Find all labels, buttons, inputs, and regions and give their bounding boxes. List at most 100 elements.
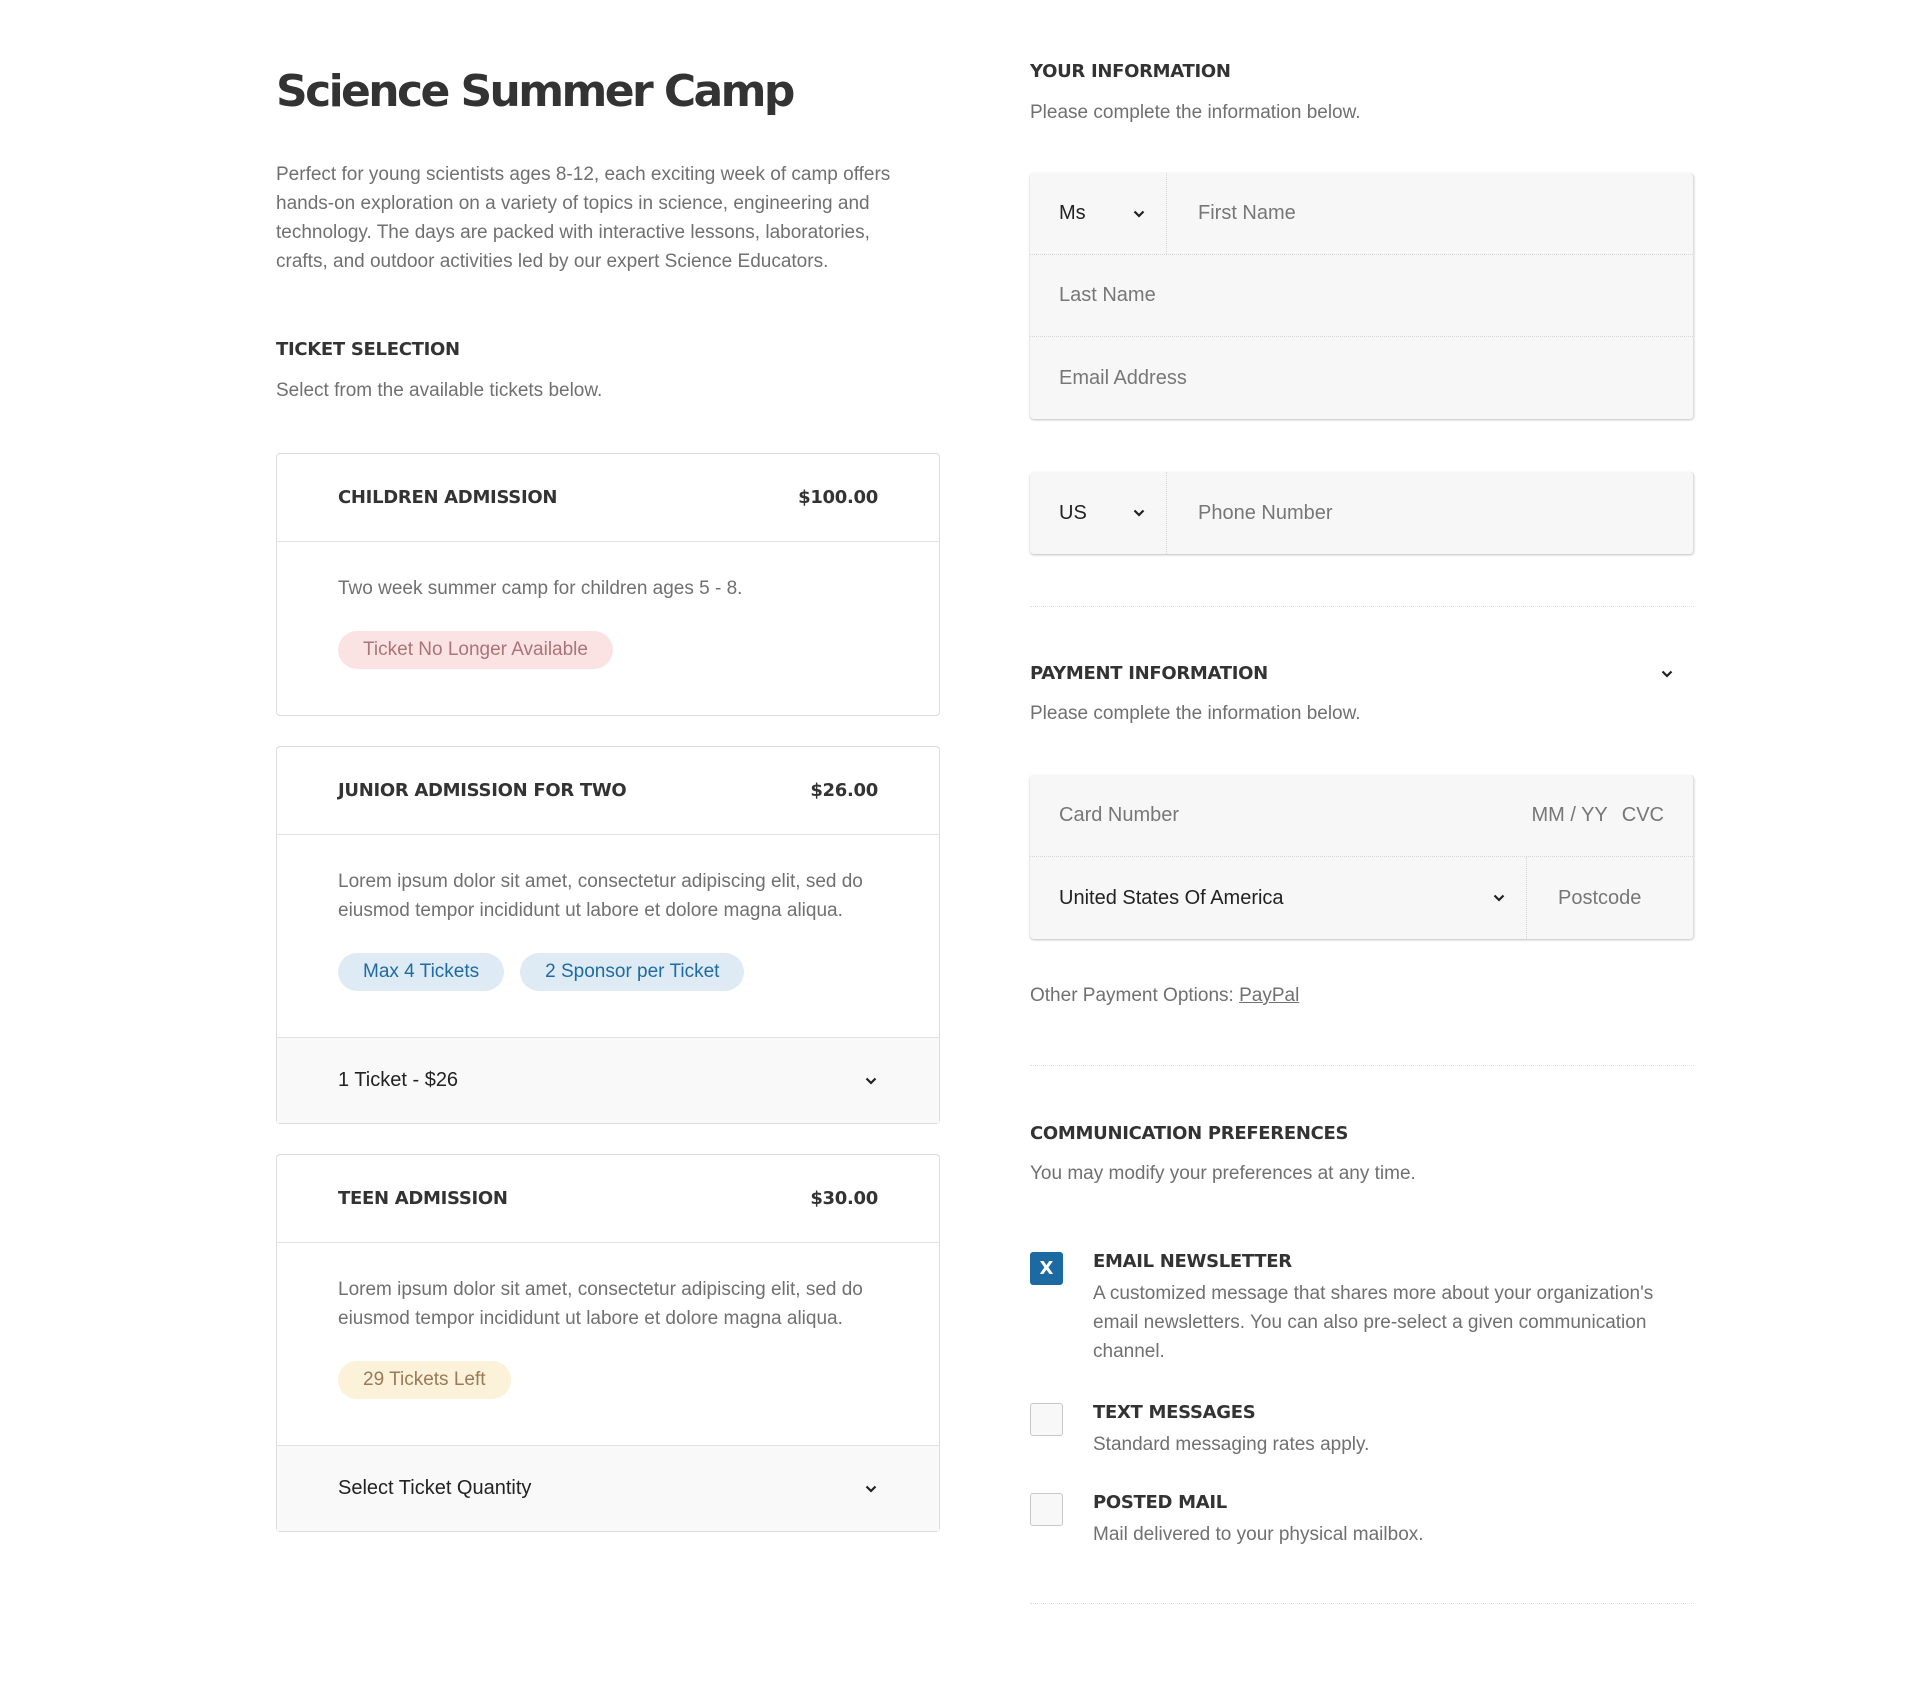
salutation-value: Ms <box>1059 202 1086 224</box>
phone-number-field[interactable] <box>1167 472 1693 554</box>
card-extras: MM / YY CVC <box>1531 804 1664 827</box>
phone-country-value: US <box>1059 501 1087 524</box>
section-divider <box>1030 1065 1694 1066</box>
billing-country-select[interactable]: United States Of America <box>1030 857 1527 939</box>
ticket-list: CHILDREN ADMISSION $100.00 Two week summ… <box>276 453 940 1532</box>
section-divider <box>1030 606 1694 607</box>
expiry-field[interactable]: MM / YY <box>1531 804 1607 827</box>
payment-section-toggle[interactable]: PAYMENT INFORMATION <box>1030 662 1694 686</box>
preference-title: EMAIL NEWSLETTER <box>1093 1251 1292 1272</box>
phone-row: US <box>1030 472 1693 554</box>
preference-title: POSTED MAIL <box>1093 1492 1227 1513</box>
paypal-link[interactable]: PayPal <box>1239 985 1299 1006</box>
communication-preferences-subheading: You may modify your preferences at any t… <box>1030 1163 1416 1184</box>
communication-preferences-heading: COMMUNICATION PREFERENCES <box>1030 1123 1349 1144</box>
billing-row: United States Of America <box>1030 857 1693 939</box>
ticket-quantity-value: 1 Ticket - $26 <box>338 1069 459 1091</box>
payment-information-heading: PAYMENT INFORMATION <box>1030 663 1268 684</box>
ticket-badges: Max 4 Tickets 2 Sponsor per Ticket <box>338 953 878 991</box>
text-messages-checkbox[interactable] <box>1030 1403 1063 1436</box>
ticket-price: $26.00 <box>810 780 878 801</box>
preference-text: POSTED MAIL Mail delivered to your physi… <box>1093 1491 1693 1549</box>
ticket-card-teen-admission: TEEN ADMISSION $30.00 Lorem ipsum dolor … <box>276 1154 940 1532</box>
ticket-quantity-select[interactable]: 1 Ticket - $26 <box>277 1037 939 1123</box>
chevron-down-icon <box>864 1482 878 1496</box>
ticket-card-body: Two week summer camp for children ages 5… <box>277 542 939 715</box>
ticket-description: Lorem ipsum dolor sit amet, consectetur … <box>338 871 863 921</box>
billing-country-value: United States Of America <box>1059 886 1284 909</box>
ticket-card-body: Lorem ipsum dolor sit amet, consectetur … <box>277 1243 939 1445</box>
postcode-input[interactable] <box>1558 886 1664 910</box>
ticket-description: Two week summer camp for children ages 5… <box>338 578 743 599</box>
email-input[interactable] <box>1059 366 1664 390</box>
phone-country-select[interactable]: US <box>1030 472 1167 554</box>
first-name-input[interactable] <box>1198 202 1664 225</box>
card-details-field[interactable]: MM / YY CVC <box>1030 775 1693 856</box>
payment-information-subheading: Please complete the information below. <box>1030 703 1361 724</box>
last-name-input[interactable] <box>1059 284 1664 307</box>
preference-description: Mail delivered to your physical mailbox. <box>1093 1524 1424 1545</box>
phone-number-input[interactable] <box>1198 501 1664 525</box>
ticket-selection-heading: TICKET SELECTION <box>276 339 460 360</box>
ticket-badges: Ticket No Longer Available <box>338 631 878 669</box>
preference-text-messages: TEXT MESSAGES Standard messaging rates a… <box>1030 1401 1694 1459</box>
ticket-card-header: CHILDREN ADMISSION $100.00 <box>277 454 939 542</box>
chevron-down-icon <box>864 1074 878 1088</box>
ticket-card-header: JUNIOR ADMISSION FOR TWO $26.00 <box>277 747 939 835</box>
preference-text: TEXT MESSAGES Standard messaging rates a… <box>1093 1401 1693 1459</box>
unavailable-badge: Ticket No Longer Available <box>338 631 613 669</box>
event-description: Perfect for young scientists ages 8-12, … <box>276 164 891 272</box>
chevron-down-icon <box>1492 891 1506 905</box>
preference-title: TEXT MESSAGES <box>1093 1402 1256 1423</box>
card-row: MM / YY CVC <box>1030 775 1693 857</box>
ticket-card-junior-admission: JUNIOR ADMISSION FOR TWO $26.00 Lorem ip… <box>276 746 940 1124</box>
your-information-heading: YOUR INFORMATION <box>1030 61 1231 82</box>
ticket-quantity-select[interactable]: Select Ticket Quantity <box>277 1445 939 1531</box>
ticket-badges: 29 Tickets Left <box>338 1361 878 1399</box>
your-information-subheading: Please complete the information below. <box>1030 102 1361 123</box>
last-name-field[interactable] <box>1030 255 1693 336</box>
chevron-down-icon[interactable] <box>1660 667 1674 681</box>
email-row <box>1030 337 1693 419</box>
posted-mail-checkbox[interactable] <box>1030 1493 1063 1526</box>
phone-fields: US <box>1030 472 1694 554</box>
preference-description: A customized message that shares more ab… <box>1093 1283 1654 1362</box>
ticket-name: JUNIOR ADMISSION FOR TWO <box>338 780 627 801</box>
page-title: Science Summer Camp <box>276 66 795 117</box>
ticket-description: Lorem ipsum dolor sit amet, consectetur … <box>338 1279 863 1329</box>
ticket-selection-subheading: Select from the available tickets below. <box>276 380 603 401</box>
ticket-name: CHILDREN ADMISSION <box>338 487 558 508</box>
preference-description: Standard messaging rates apply. <box>1093 1434 1370 1455</box>
ticket-price: $100.00 <box>798 487 878 508</box>
other-payment-label: Other Payment Options: <box>1030 985 1234 1006</box>
postcode-field[interactable] <box>1527 857 1693 939</box>
preference-list: X EMAIL NEWSLETTER A customized message … <box>1030 1250 1694 1549</box>
personal-info-fields: Ms <box>1030 173 1694 419</box>
salutation-select[interactable]: Ms <box>1030 173 1167 254</box>
first-name-field[interactable] <box>1167 173 1693 254</box>
chevron-down-icon <box>1132 506 1146 520</box>
card-number-input[interactable] <box>1059 804 1359 827</box>
tickets-left-badge: 29 Tickets Left <box>338 1361 511 1399</box>
ticket-card-children-admission: CHILDREN ADMISSION $100.00 Two week summ… <box>276 453 940 716</box>
preference-text: EMAIL NEWSLETTER A customized message th… <box>1093 1250 1693 1366</box>
ticket-quantity-value: Select Ticket Quantity <box>338 1477 532 1499</box>
check-x-icon: X <box>1039 1258 1054 1279</box>
preference-posted-mail: POSTED MAIL Mail delivered to your physi… <box>1030 1491 1694 1549</box>
last-name-row <box>1030 255 1693 337</box>
ticket-card-body: Lorem ipsum dolor sit amet, consectetur … <box>277 835 939 1037</box>
ticket-name: TEEN ADMISSION <box>338 1188 508 1209</box>
event-column: Science Summer Camp Perfect for young sc… <box>276 60 940 1532</box>
chevron-down-icon <box>1132 207 1146 221</box>
preference-email-newsletter: X EMAIL NEWSLETTER A customized message … <box>1030 1250 1694 1366</box>
name-row: Ms <box>1030 173 1693 255</box>
ticket-card-header: TEEN ADMISSION $30.00 <box>277 1155 939 1243</box>
other-payment-options: Other Payment Options: PayPal <box>1030 984 1694 1008</box>
checkout-form-column: YOUR INFORMATION Please complete the inf… <box>1030 60 1694 1604</box>
section-divider <box>1030 1603 1694 1604</box>
cvc-field[interactable]: CVC <box>1622 804 1664 827</box>
email-field[interactable] <box>1030 337 1693 419</box>
ticket-price: $30.00 <box>810 1188 878 1209</box>
email-newsletter-checkbox[interactable]: X <box>1030 1252 1063 1285</box>
sponsor-badge: 2 Sponsor per Ticket <box>520 953 745 991</box>
